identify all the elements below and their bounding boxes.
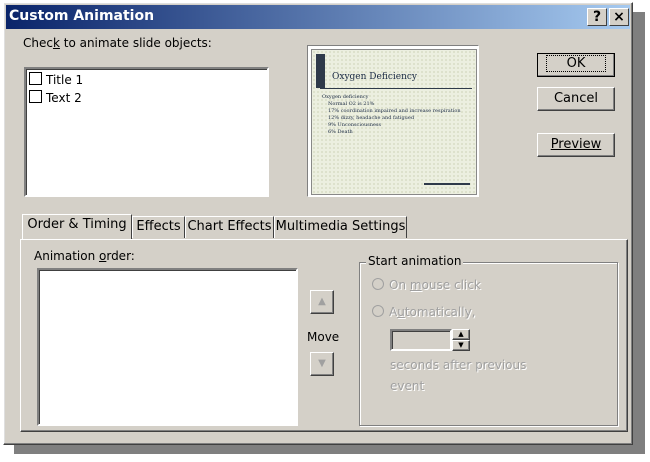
cancel-button[interactable]: Cancel <box>537 87 615 111</box>
slide-rule <box>320 88 472 89</box>
object-label: Title 1 <box>46 73 84 87</box>
preview-label: Preview <box>550 137 602 152</box>
slide-objects-list[interactable]: Title 1 Text 2 <box>24 67 269 197</box>
slide-thumbnail: Oxygen Deficiency Oxygen deficiency Norm… <box>311 49 477 195</box>
object-label: Text 2 <box>46 91 82 105</box>
slide-sub-bullet: 12% dizzy, headache and fatigued <box>328 115 415 121</box>
slide-preview: Oxygen Deficiency Oxygen deficiency Norm… <box>307 45 479 197</box>
radio-icon <box>372 278 384 290</box>
animation-order-list[interactable] <box>37 268 298 426</box>
checkbox[interactable] <box>29 72 42 85</box>
slide-accent-bar <box>316 54 325 88</box>
move-label: Move <box>307 330 340 344</box>
preview-button[interactable]: Preview <box>537 133 615 157</box>
tab-order-timing[interactable]: Order & Timing <box>22 214 132 239</box>
ok-label: OK <box>545 55 607 72</box>
spin-up-icon: ▲ <box>458 330 464 338</box>
window-title: Custom Animation <box>9 8 155 24</box>
tab-panel-order-timing: Animation order: ▲ Move ▼ Start animatio… <box>20 239 628 432</box>
tab-chart-effects[interactable]: Chart Effects <box>185 216 274 238</box>
start-animation-group: Start animation On mouse click Automatic… <box>359 254 618 426</box>
spin-down-button[interactable]: ▼ <box>452 340 470 351</box>
slide-sub-bullet: 9% Unconsciousness <box>328 122 382 128</box>
checkbox[interactable] <box>29 90 42 103</box>
slide-bullet-main: Oxygen deficiency <box>322 94 369 100</box>
event-label: event <box>390 379 425 393</box>
tab-effects[interactable]: Effects <box>132 216 185 238</box>
start-animation-label: Start animation <box>366 254 464 268</box>
slide-sub-bullet: Normal O2 is 21% <box>328 101 375 107</box>
close-button[interactable]: × <box>609 8 629 26</box>
object-item[interactable]: Text 2 <box>29 90 82 108</box>
arrow-down-icon: ▼ <box>318 358 326 369</box>
automatically-radio[interactable]: Automatically, <box>372 305 476 319</box>
slide-sub-bullet: 6% Death <box>328 129 353 135</box>
spin-down-icon: ▼ <box>458 341 464 349</box>
ok-button[interactable]: OK <box>537 53 615 77</box>
spin-up-button[interactable]: ▲ <box>452 329 470 340</box>
move-up-button[interactable]: ▲ <box>310 290 334 314</box>
slide-body: Oxygen deficiency Normal O2 is 21% 17% c… <box>322 94 472 136</box>
seconds-after-label: seconds after previous <box>390 358 527 372</box>
slide-title: Oxygen Deficiency <box>332 72 417 82</box>
title-bar: Custom Animation ? × <box>6 5 630 29</box>
on-mouse-click-radio[interactable]: On mouse click <box>372 278 481 292</box>
seconds-spinner[interactable]: ▲ ▼ <box>390 329 472 351</box>
help-button[interactable]: ? <box>587 8 607 26</box>
slide-footer-bar <box>424 183 470 185</box>
slide-sub-bullets: Normal O2 is 21% 17% coordination impair… <box>322 101 472 136</box>
tab-multimedia-settings[interactable]: Multimedia Settings <box>274 216 407 238</box>
animation-order-label: Animation order: <box>34 249 135 263</box>
custom-animation-dialog: Custom Animation ? × Check to animate sl… <box>3 2 633 445</box>
slide-sub-bullet: 17% coordination impaired and increase r… <box>328 108 461 114</box>
seconds-input[interactable] <box>390 329 452 351</box>
arrow-up-icon: ▲ <box>318 296 326 307</box>
objects-label: Check to animate slide objects: <box>23 36 212 50</box>
object-item[interactable]: Title 1 <box>29 72 83 90</box>
move-down-button[interactable]: ▼ <box>310 352 334 376</box>
radio-icon <box>372 305 384 317</box>
